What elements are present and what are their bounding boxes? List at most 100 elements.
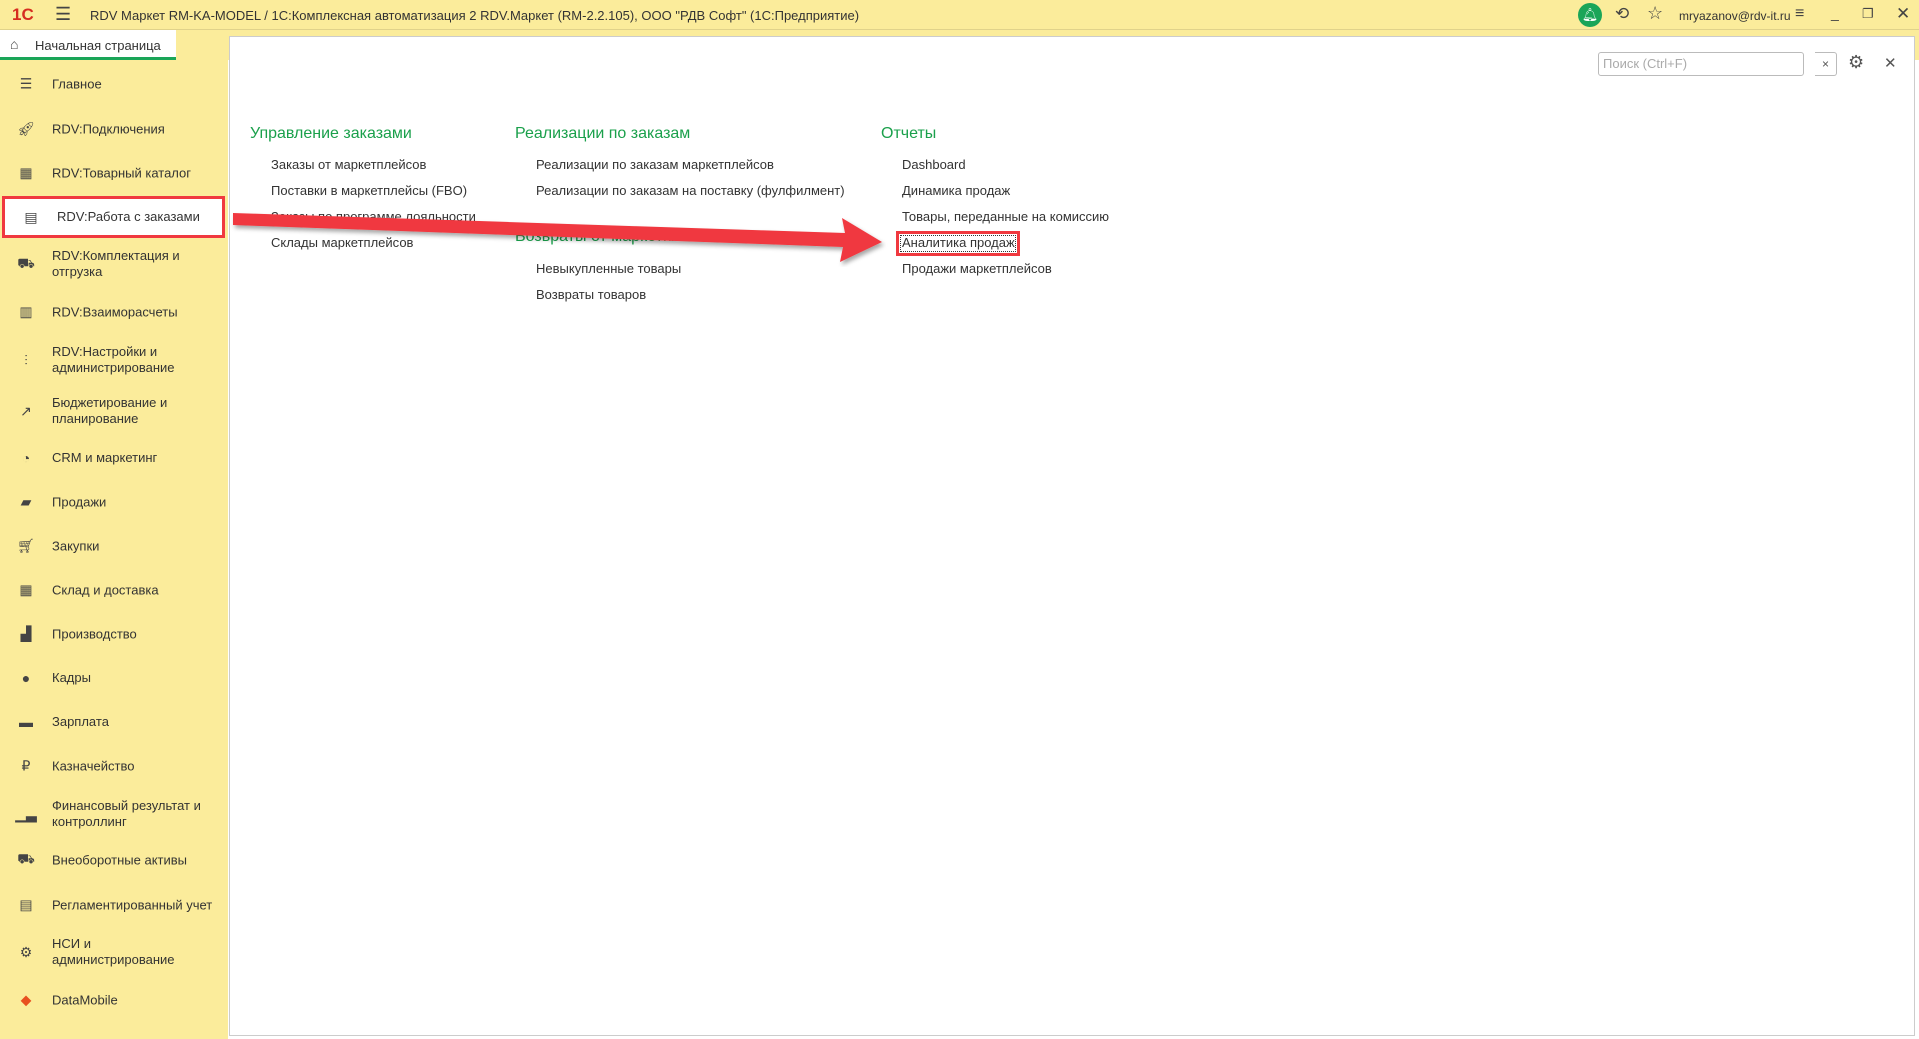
window-title: RDV Маркет RM-KA-MODEL / 1С:Комплексная … [90, 8, 860, 23]
bar-chart-icon: ▁▃ [15, 805, 37, 822]
restore-button[interactable]: ❐ [1862, 6, 1874, 22]
sidebar-item[interactable]: ◔ CRM и маркетинг [0, 450, 228, 466]
bag-icon: ▰ [20, 493, 32, 510]
command-link[interactable]: Склады маркетплейсов [271, 235, 413, 250]
sidebar-item[interactable]: ◆ DataMobile [0, 992, 228, 1009]
sidebar-item-label: RDV:Работа с заказами [57, 209, 200, 224]
sidebar-item[interactable]: ▦ Склад и доставка [0, 582, 228, 599]
sidebar-item-label: Внеоборотные активы [52, 852, 188, 867]
history-icon[interactable]: ⟲ [1615, 4, 1629, 24]
calculator-icon: ▥ [19, 303, 33, 320]
sidebar-item[interactable]: ⚙ НСИ и администрирование [0, 936, 228, 968]
command-link[interactable]: Заказы по программе лояльности [271, 209, 476, 224]
tab-home-page[interactable]: ⌂ Начальная страница [0, 30, 176, 60]
sidebar-item-label: Кадры [52, 670, 91, 685]
favorites-star-icon[interactable]: ☆ [1647, 3, 1663, 24]
command-link[interactable]: Поставки в маркетплейсы (FBO) [271, 183, 467, 198]
sidebar-item-label: Бюджетирование и планирование [52, 395, 168, 426]
sidebar-item[interactable]: ⛟ Внеоборотные активы [0, 851, 228, 870]
warehouse-icon: ▦ [19, 581, 33, 598]
orders-icon: ▤ [24, 208, 38, 225]
sidebar-item-label: Регламентированный учет [52, 897, 213, 912]
command-link[interactable]: Товары, переданные на комиссию [902, 209, 1109, 224]
sidebar-item[interactable]: ▁▃ Финансовый результат и контроллинг [0, 798, 228, 830]
sidebar-item[interactable]: ⫶ RDV:Настройки и администрирование [0, 344, 228, 376]
sidebar-item[interactable]: ▤ Регламентированный учет [0, 897, 228, 914]
sidebar-item-label: RDV:Взаиморасчеты [52, 304, 178, 319]
title-bar: 1С ☰ RDV Маркет RM-KA-MODEL / 1С:Комплек… [0, 0, 1919, 30]
command-link[interactable]: Продажи маркетплейсов [902, 261, 1052, 276]
sidebar-item-label: RDV:Комплектация и отгрузка [52, 248, 180, 279]
truck-icon: ⛟ [17, 850, 35, 867]
sidebar-item[interactable]: 🚀︎ RDV:Подключения [0, 121, 228, 138]
group-heading: Реализации по заказам [515, 125, 691, 142]
command-link[interactable]: Невыкупленные товары [536, 261, 681, 276]
pie-icon: ◔ [21, 450, 31, 466]
panel-settings-gear-icon[interactable]: ⚙ [1848, 52, 1864, 73]
sidebar-item[interactable]: ▦ RDV:Товарный каталог [0, 165, 228, 182]
user-name[interactable]: mryazanov@rdv-it.ru [1679, 9, 1791, 23]
sidebar-item[interactable]: ⛟ RDV:Комплектация и отгрузка [0, 248, 228, 280]
ruble-icon: ₽ [21, 757, 31, 774]
group-heading: Возвраты от маркетплейсов [515, 228, 725, 245]
command-link[interactable]: Dashboard [902, 157, 966, 172]
sidebar-item-label: Главное [52, 76, 102, 91]
sidebar-item[interactable]: 🛒︎ Закупки [0, 538, 228, 555]
sidebar-item-label: Финансовый результат и контроллинг [52, 798, 201, 829]
settings-menu-icon[interactable]: ≡ [1795, 5, 1804, 23]
grid-icon: ▦ [19, 164, 33, 181]
sidebar-item-label: Зарплата [52, 714, 109, 729]
sidebar-item-label: CRM и маркетинг [52, 450, 158, 465]
minimize-button[interactable]: _ [1831, 5, 1839, 21]
ledger-icon: ▤ [19, 896, 33, 913]
cart-icon: 🛒︎ [17, 537, 35, 554]
group-heading: Управление заказами [250, 125, 412, 142]
gear-icon: ⚙ [19, 943, 33, 960]
sidebar-item[interactable]: ▟ Производство [0, 626, 228, 643]
sidebar-item-label: RDV:Настройки и администрирование [52, 344, 175, 375]
close-window-button[interactable]: ✕ [1896, 4, 1910, 24]
command-link[interactable]: Заказы от маркетплейсов [271, 157, 426, 172]
sidebar-item-label: RDV:Товарный каталог [52, 165, 192, 180]
command-link[interactable]: Динамика продаж [902, 183, 1010, 198]
sidebar-item[interactable]: ☰ Главное [0, 76, 228, 93]
rocket-icon: 🚀︎ [17, 120, 35, 137]
sections-sidebar: ☰ Главное 🚀︎ RDV:Подключения ▦ RDV:Товарный к… [0, 60, 228, 1039]
sidebar-item-label: DataMobile [52, 992, 118, 1007]
sidebar-item-label: Продажи [52, 494, 107, 509]
sidebar-item[interactable]: ▰ Продажи [0, 494, 228, 511]
card-icon: ▬ [19, 714, 33, 730]
main-menu-icon[interactable]: ☰ [55, 4, 71, 25]
sidebar-item-label: RDV:Подключения [52, 121, 165, 136]
sidebar-item[interactable]: ▬ Зарплата [0, 714, 228, 730]
sidebar-item-label: Закупки [52, 538, 100, 553]
search-clear-button[interactable]: × [1815, 52, 1837, 76]
sidebar-item-label: НСИ и администрирование [52, 936, 175, 967]
tab-label: Начальная страница [35, 38, 161, 53]
sidebar-item-label: Производство [52, 626, 137, 641]
person-icon: ● [21, 670, 31, 686]
sidebar-item[interactable]: ₽ Казначейство [0, 758, 228, 775]
sidebar-item-label: Казначейство [52, 758, 135, 773]
focus-outline [900, 235, 1016, 252]
cart-box-icon: ⛟ [17, 254, 35, 271]
search-input[interactable]: Поиск (Ctrl+F) [1598, 52, 1804, 76]
section-panel [229, 36, 1915, 1036]
command-link[interactable]: Реализации по заказам на поставку (фулфи… [536, 183, 845, 198]
list-icon: ☰ [19, 75, 33, 92]
sidebar-item-label: Склад и доставка [52, 582, 159, 597]
panel-close-button[interactable]: ✕ [1884, 54, 1897, 72]
sliders-icon: ⫶ [24, 351, 28, 368]
1c-logo[interactable]: 1С [12, 5, 34, 25]
command-link[interactable]: Возвраты товаров [536, 287, 646, 302]
sidebar-item[interactable]: ▥ RDV:Взаиморасчеты [0, 304, 228, 321]
datamobile-icon: ◆ [20, 991, 32, 1008]
notifications-bell-icon[interactable]: 🔔︎ [1578, 3, 1602, 27]
budget-icon: ↗ [20, 402, 32, 419]
sidebar-item[interactable]: ▤ RDV:Работа с заказами [2, 196, 225, 238]
factory-icon: ▟ [20, 625, 32, 642]
home-icon: ⌂ [10, 36, 19, 52]
sidebar-item[interactable]: ↗ Бюджетирование и планирование [0, 395, 228, 427]
command-link[interactable]: Реализации по заказам маркетплейсов [536, 157, 774, 172]
sidebar-item[interactable]: ● Кадры [0, 670, 228, 686]
